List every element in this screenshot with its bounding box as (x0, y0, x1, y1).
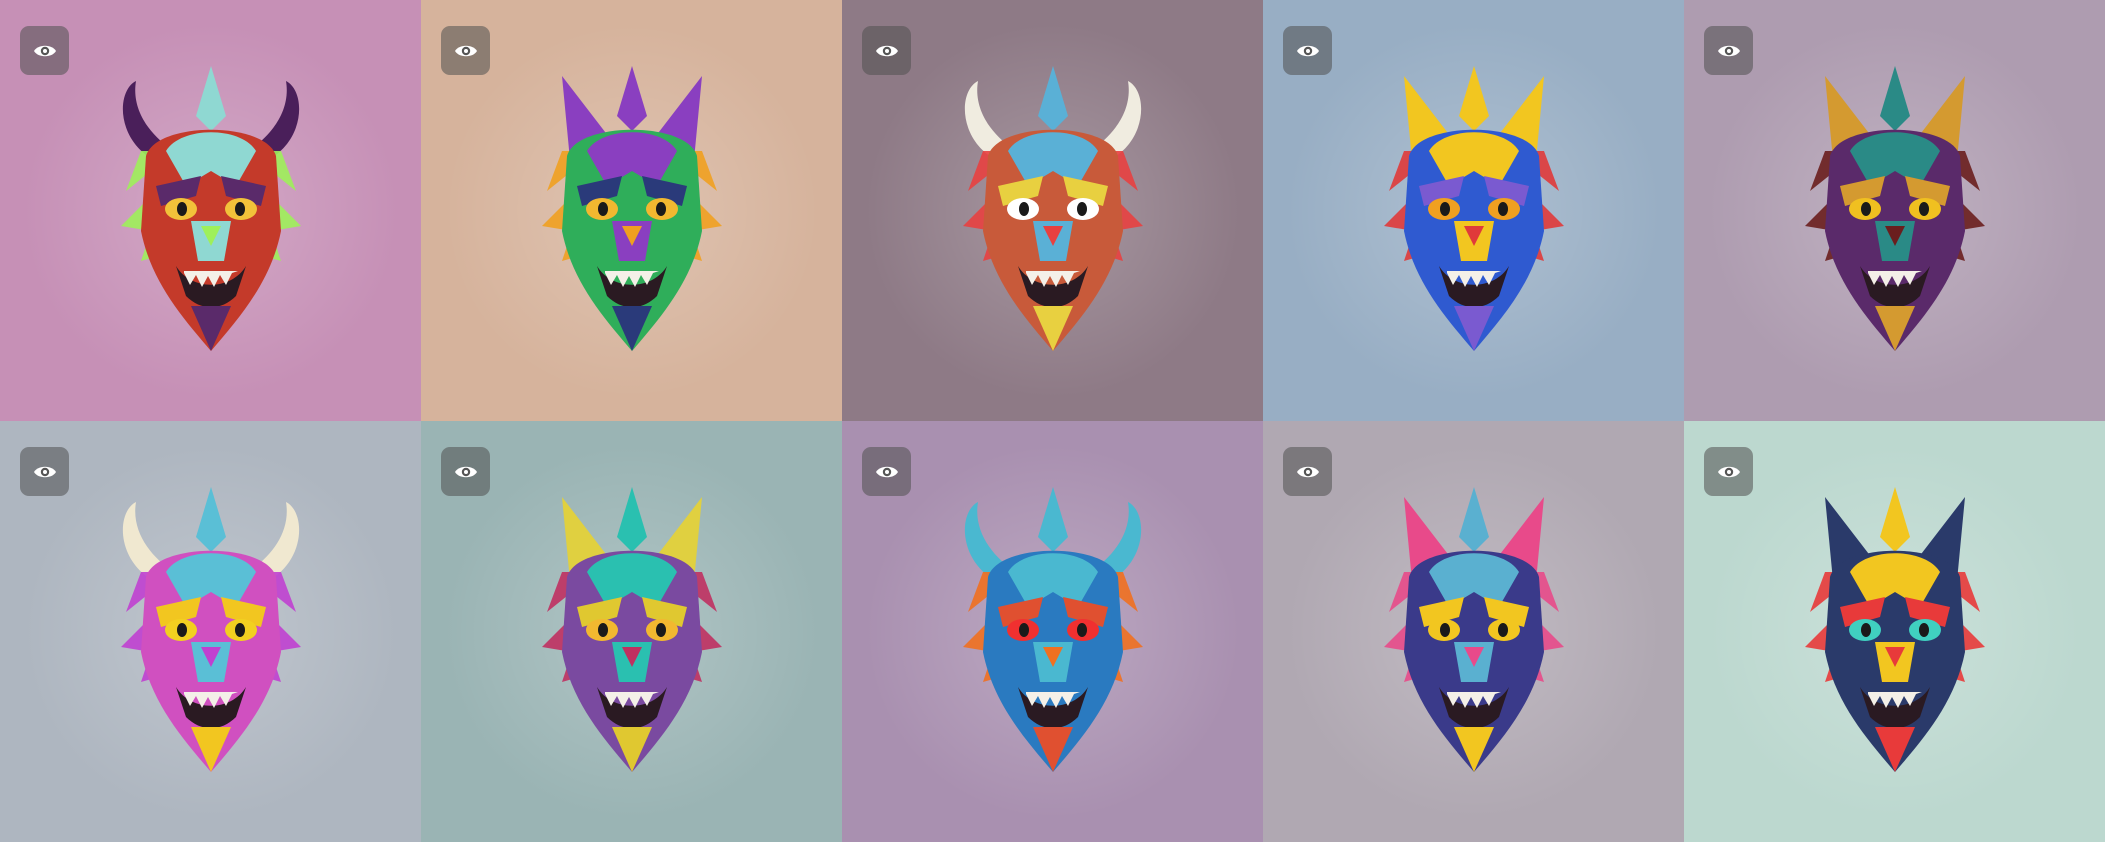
fox-mask-illustration (1804, 486, 1985, 772)
right-pupil (655, 622, 666, 637)
right-pupil (655, 201, 666, 216)
eye-icon (875, 45, 898, 56)
eye-icon (1717, 466, 1740, 477)
cyclops-mask-illustration (962, 65, 1143, 351)
view-button[interactable] (862, 26, 911, 75)
eye-icon (33, 466, 56, 477)
gallery-tile[interactable] (1684, 421, 2105, 842)
left-pupil (1439, 622, 1450, 637)
left-pupil (597, 622, 608, 637)
crest (616, 486, 647, 552)
left-pupil (1860, 201, 1871, 216)
view-button[interactable] (1704, 447, 1753, 496)
gallery-tile[interactable] (1684, 0, 2105, 421)
right-pupil (234, 201, 245, 216)
horned-beast-mask-illustration (541, 486, 722, 772)
view-button[interactable] (862, 447, 911, 496)
eye-icon (454, 466, 477, 477)
left-pupil (597, 201, 608, 216)
view-button[interactable] (1283, 26, 1332, 75)
fanged-dragon-mask-illustration (962, 486, 1143, 772)
mask-gallery-grid (0, 0, 2105, 842)
bird-mask-illustration (541, 65, 722, 351)
left-pupil (176, 622, 187, 637)
crest (1458, 486, 1489, 552)
crest (1458, 65, 1489, 131)
right-pupil (1497, 201, 1508, 216)
view-button[interactable] (20, 26, 69, 75)
gallery-tile[interactable] (1263, 421, 1684, 842)
view-button[interactable] (441, 447, 490, 496)
right-pupil (1918, 622, 1929, 637)
crest (1879, 486, 1910, 552)
right-pupil (1497, 622, 1508, 637)
view-button[interactable] (1283, 447, 1332, 496)
gallery-tile[interactable] (421, 0, 842, 421)
eye-icon (1296, 466, 1319, 477)
eye-icon (454, 45, 477, 56)
left-pupil (1860, 622, 1871, 637)
gallery-tile[interactable] (1263, 0, 1684, 421)
left-pupil (1018, 201, 1029, 216)
left-pupil (176, 201, 187, 216)
crest (1879, 65, 1910, 131)
gallery-tile[interactable] (0, 421, 421, 842)
eye-icon (1296, 45, 1319, 56)
right-pupil (1918, 201, 1929, 216)
right-pupil (1076, 622, 1087, 637)
dark-dragon-mask-illustration (1804, 65, 1985, 351)
view-button[interactable] (20, 447, 69, 496)
crest (195, 486, 226, 552)
horned-demon-mask-illustration (120, 65, 301, 351)
gallery-tile[interactable] (0, 0, 421, 421)
crest (195, 65, 226, 131)
view-button[interactable] (441, 26, 490, 75)
right-pupil (1076, 201, 1087, 216)
crest (1037, 65, 1068, 131)
gallery-tile[interactable] (421, 421, 842, 842)
eye-icon (875, 466, 898, 477)
eye-icon (1717, 45, 1740, 56)
blue-dragon-mask-illustration (1383, 65, 1564, 351)
owl-mask-illustration (120, 486, 301, 772)
view-button[interactable] (1704, 26, 1753, 75)
gallery-tile[interactable] (842, 421, 1263, 842)
left-pupil (1018, 622, 1029, 637)
right-pupil (234, 622, 245, 637)
eye-icon (33, 45, 56, 56)
left-pupil (1439, 201, 1450, 216)
gallery-tile[interactable] (842, 0, 1263, 421)
crest (616, 65, 647, 131)
tribal-dragon-mask-illustration (1383, 486, 1564, 772)
crest (1037, 486, 1068, 552)
